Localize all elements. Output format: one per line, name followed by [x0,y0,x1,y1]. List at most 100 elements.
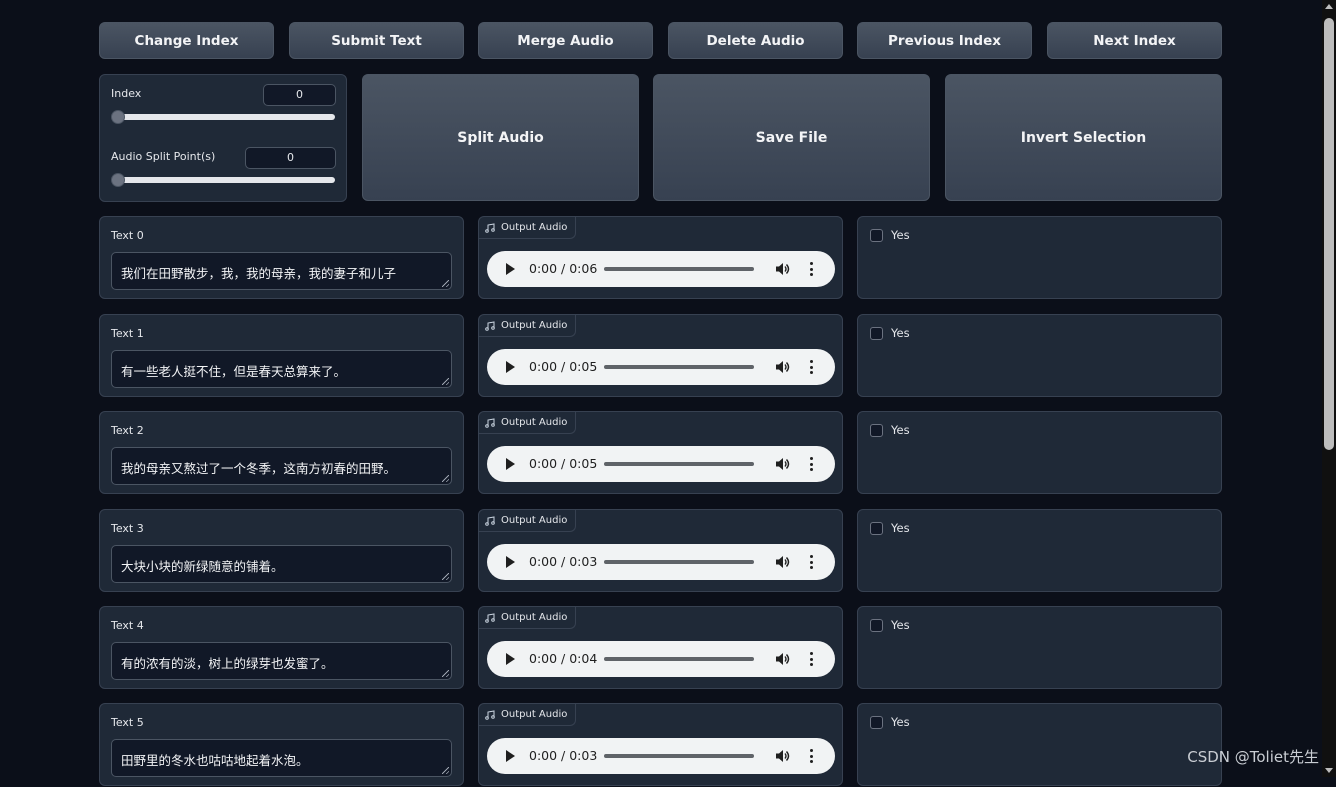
play-icon[interactable] [506,361,515,373]
more-options-icon[interactable] [810,652,814,666]
more-options-icon[interactable] [810,555,814,569]
text-value: 大块小块的新绿随意的铺着。 [121,559,284,574]
more-options-icon[interactable] [810,262,814,276]
audio-progress-bar[interactable] [604,365,754,369]
text-field[interactable]: 田野里的冬水也咕咕地起着水泡。 [111,739,452,777]
scrollbar-thumb[interactable] [1324,18,1334,450]
vertical-scrollbar[interactable] [1322,0,1336,777]
audio-time: 0:00 / 0:04 [529,651,598,666]
yes-checkbox-label[interactable]: Yes [891,618,910,632]
audio-panel: Output Audio 0:00 / 0:06 [478,216,843,299]
text-field[interactable]: 我的母亲又熬过了一个冬季，这南方初春的田野。 [111,447,452,485]
segment-row: Text 4 有的浓有的淡，树上的绿芽也发蜜了。 Output Audio 0:… [0,606,1336,690]
audio-progress-bar[interactable] [604,754,754,758]
text-label: Text 4 [111,619,144,632]
yes-checkbox[interactable] [870,229,883,242]
text-field[interactable]: 有一些老人挺不住，但是春天总算来了。 [111,350,452,388]
segment-row: Text 2 我的母亲又熬过了一个冬季，这南方初春的田野。 Output Aud… [0,411,1336,495]
change-index-button[interactable]: Change Index [99,22,274,59]
resize-grip-icon[interactable] [442,378,449,385]
audio-time: 0:00 / 0:06 [529,261,598,276]
split-points-slider[interactable] [111,173,335,187]
yes-checkbox-label[interactable]: Yes [891,228,910,242]
more-options-icon[interactable] [810,457,814,471]
yes-checkbox-label[interactable]: Yes [891,326,910,340]
audio-player: 0:00 / 0:05 [487,349,835,385]
text-field[interactable]: 有的浓有的淡，树上的绿芽也发蜜了。 [111,642,452,680]
text-value: 有的浓有的淡，树上的绿芽也发蜜了。 [121,656,334,671]
text-value: 我们在田野散步，我，我的母亲，我的妻子和儿子 [121,266,397,281]
resize-grip-icon[interactable] [442,280,449,287]
volume-icon[interactable] [775,749,790,763]
audio-progress-bar[interactable] [604,267,754,271]
text-label: Text 1 [111,327,144,340]
split-points-slider-handle[interactable] [111,173,125,187]
volume-icon[interactable] [775,555,790,569]
watermark: CSDN @Toliet先生 [1187,748,1319,766]
resize-grip-icon[interactable] [442,670,449,677]
audio-tag: Output Audio [479,510,577,532]
index-slider-handle[interactable] [111,110,125,124]
audio-player: 0:00 / 0:05 [487,446,835,482]
music-note-icon [485,222,495,233]
audio-panel: Output Audio 0:00 / 0:05 [478,411,843,494]
delete-audio-button[interactable]: Delete Audio [668,22,843,59]
yes-checkbox[interactable] [870,522,883,535]
yes-checkbox[interactable] [870,327,883,340]
audio-progress-bar[interactable] [604,657,754,661]
yes-checkbox[interactable] [870,716,883,729]
play-icon[interactable] [506,458,515,470]
play-icon[interactable] [506,263,515,275]
index-label: Index [111,87,142,100]
resize-grip-icon[interactable] [442,475,449,482]
play-icon[interactable] [506,653,515,665]
split-audio-button[interactable]: Split Audio [362,74,639,201]
split-points-label: Audio Split Point(s) [111,150,216,163]
previous-index-button[interactable]: Previous Index [857,22,1032,59]
next-index-button[interactable]: Next Index [1047,22,1222,59]
invert-selection-button[interactable]: Invert Selection [945,74,1222,201]
merge-audio-button[interactable]: Merge Audio [478,22,653,59]
yes-checkbox[interactable] [870,424,883,437]
segment-row: Text 0 我们在田野散步，我，我的母亲，我的妻子和儿子 Output Aud… [0,216,1336,300]
volume-icon[interactable] [775,262,790,276]
text-panel: Text 0 我们在田野散步，我，我的母亲，我的妻子和儿子 [99,216,464,299]
segment-row: Text 5 田野里的冬水也咕咕地起着水泡。 Output Audio 0:00… [0,703,1336,787]
yes-checkbox-label[interactable]: Yes [891,521,910,535]
more-options-icon[interactable] [810,360,814,374]
checkbox-panel: Yes [857,411,1222,494]
audio-progress-bar[interactable] [604,462,754,466]
checkbox-panel: Yes [857,216,1222,299]
yes-checkbox-label[interactable]: Yes [891,715,910,729]
audio-player: 0:00 / 0:03 [487,544,835,580]
text-value: 田野里的冬水也咕咕地起着水泡。 [121,753,309,768]
text-label: Text 5 [111,716,144,729]
music-note-icon [485,417,495,428]
volume-icon[interactable] [775,360,790,374]
text-label: Text 3 [111,522,144,535]
text-field[interactable]: 大块小块的新绿随意的铺着。 [111,545,452,583]
volume-icon[interactable] [775,457,790,471]
index-number-input[interactable]: 0 [263,84,336,106]
text-field[interactable]: 我们在田野散步，我，我的母亲，我的妻子和儿子 [111,252,452,290]
scroll-down-icon[interactable] [1325,768,1333,773]
audio-tag: Output Audio [479,217,577,239]
resize-grip-icon[interactable] [442,767,449,774]
yes-checkbox[interactable] [870,619,883,632]
text-value: 我的母亲又熬过了一个冬季，这南方初春的田野。 [121,461,397,476]
submit-text-button[interactable]: Submit Text [289,22,464,59]
more-options-icon[interactable] [810,749,814,763]
text-label: Text 2 [111,424,144,437]
segment-row: Text 3 大块小块的新绿随意的铺着。 Output Audio 0:00 /… [0,509,1336,593]
volume-icon[interactable] [775,652,790,666]
save-file-button[interactable]: Save File [653,74,930,201]
audio-progress-bar[interactable] [604,560,754,564]
play-icon[interactable] [506,750,515,762]
split-points-number-input[interactable]: 0 [245,147,336,169]
yes-checkbox-label[interactable]: Yes [891,423,910,437]
index-slider[interactable] [111,110,335,124]
scroll-up-icon[interactable] [1325,4,1333,9]
play-icon[interactable] [506,556,515,568]
audio-panel: Output Audio 0:00 / 0:03 [478,509,843,592]
resize-grip-icon[interactable] [442,573,449,580]
